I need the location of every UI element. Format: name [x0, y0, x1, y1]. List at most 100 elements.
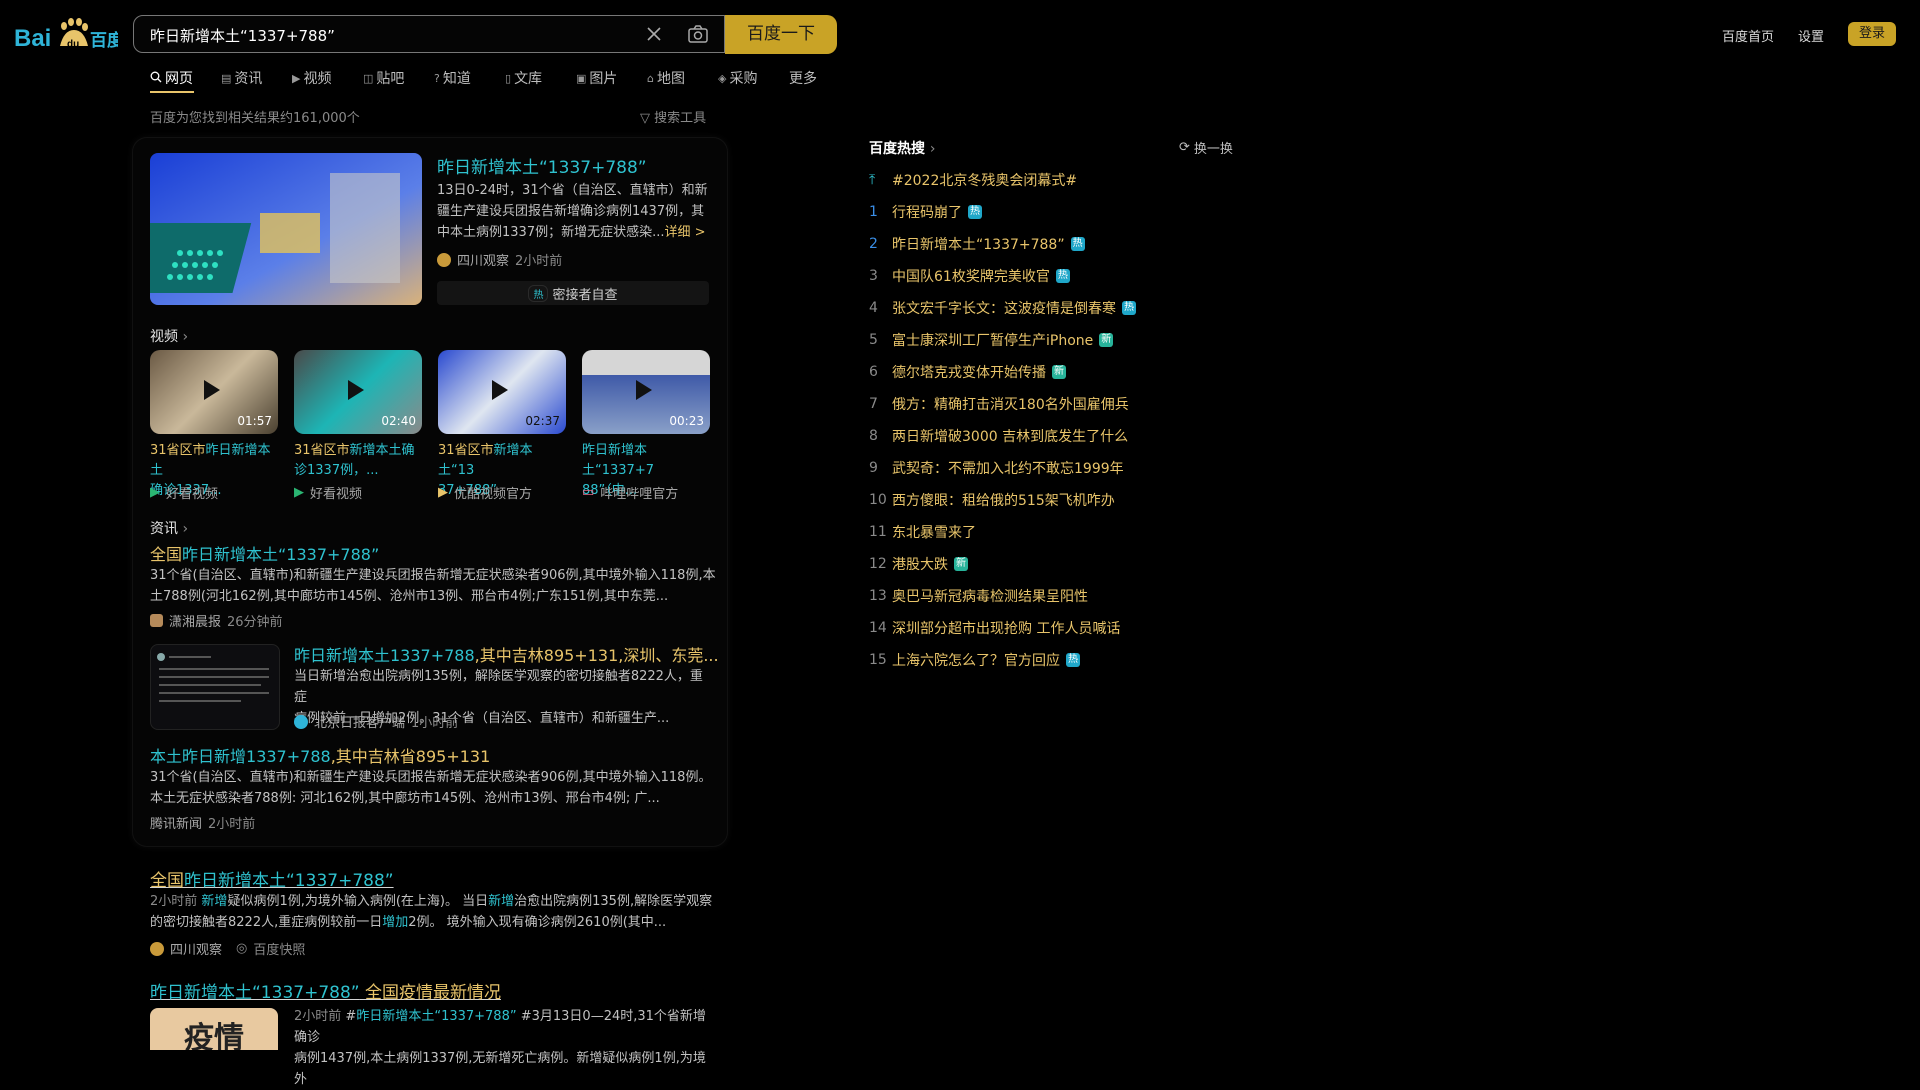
news-item-title[interactable]: 全国昨日新增本土“1337+788” — [150, 541, 379, 565]
refresh-button[interactable]: ⟳ 换一换 — [1179, 138, 1233, 157]
hot-badge: 热 — [528, 284, 549, 302]
hot-title: 两日新增破3000 吉林到底发生了什么 — [892, 429, 1129, 445]
tab-purchase[interactable]: ◈ 采购 — [718, 68, 757, 88]
hot-search-item[interactable]: 15 上海六院怎么了？官方回应热 — [869, 650, 1080, 670]
hot-search-item[interactable]: 5 富士康深圳工厂暂停生产iPhone 新 — [869, 330, 1114, 350]
camera-icon[interactable] — [687, 23, 709, 45]
news-item-title[interactable]: 昨日新增本土1337+788,其中吉林895+131,深圳、东莞... — [294, 642, 719, 666]
tab-map[interactable]: ⌂ 地图 — [647, 68, 685, 88]
hot-search-pinned[interactable]: ⤒ #2022北京冬残奥会闭幕式# — [869, 170, 1077, 190]
hot-rank: 4 — [869, 300, 878, 316]
detail-link[interactable]: 详细 > — [664, 225, 705, 240]
hot-title: 昨日新增本土“1337+788” — [892, 237, 1065, 253]
news-section-title[interactable]: 资讯 › — [150, 518, 188, 538]
timestamp: 2小时前 — [515, 254, 563, 269]
hot-search-item[interactable]: 14 深圳部分超市出现抢购 工作人员喊话 — [869, 618, 1120, 638]
related-search-text: 密接者自查 — [552, 287, 618, 303]
title-part: ,其中吉林省895+131 — [330, 747, 491, 766]
video-card[interactable]: 01:57 — [150, 350, 278, 434]
login-button[interactable]: 登录 — [1848, 22, 1896, 46]
video-title-part: 31省区市 — [294, 443, 350, 458]
desc-text: # — [345, 1009, 357, 1024]
refresh-icon: ⟳ — [1179, 140, 1190, 155]
hot-title: 西方傻眼：租给俄的515架飞机咋办 — [892, 493, 1115, 509]
hot-search-item[interactable]: 4 张文宏千字长文：这波疫情是倒春寒热 — [869, 298, 1136, 318]
search-button[interactable]: 百度一下 — [725, 15, 837, 54]
tab-web[interactable]: 网页 — [150, 68, 193, 88]
hot-title: 港股大跌 — [892, 557, 948, 573]
hot-search-item[interactable]: 11 东北暴雪来了 — [869, 522, 976, 542]
video-thumbnail[interactable]: 00:23 — [582, 350, 710, 434]
video-card[interactable]: 00:23 — [582, 350, 710, 434]
hot-search-item[interactable]: 13 奥巴马新冠病毒检测结果呈阳性 — [869, 586, 1088, 606]
video-source: ▭ 哔哩哔哩官方 — [582, 483, 678, 502]
top-result-title[interactable]: 昨日新增本土“1337+788” — [437, 153, 647, 178]
source-name: 优酷视频官方 — [454, 487, 533, 502]
tab-video[interactable]: ▶ 视频 — [292, 68, 331, 88]
result-thumbnail[interactable]: 疫情 — [150, 1008, 278, 1050]
news-item-title[interactable]: 本土昨日新增1337+788,其中吉林省895+131 — [150, 743, 490, 767]
tab-wenku[interactable]: ▯ 文库 — [505, 68, 542, 88]
tab-label: 文库 — [514, 71, 543, 87]
hot-search-title[interactable]: 百度热搜 › — [869, 138, 935, 158]
shield-icon: ◎ — [236, 941, 248, 956]
video-source: ▶ 优酷视频官方 — [438, 483, 532, 502]
baidu-logo[interactable]: Bai du 百度 — [14, 16, 125, 52]
hot-title: 奥巴马新冠病毒检测结果呈阳性 — [892, 589, 1088, 605]
source-name: 好看视频 — [166, 487, 219, 502]
home-link[interactable]: 百度首页 — [1722, 26, 1774, 45]
top-result-source: 四川观察 2小时前 — [437, 250, 562, 269]
video-title[interactable]: 31省区市新增本土确 诊1337例，... — [294, 441, 424, 481]
video-card[interactable]: 02:37 — [438, 350, 566, 434]
hot-search-item[interactable]: 12 港股大跌新 — [869, 554, 968, 574]
result-title[interactable]: 昨日新增本土“1337+788” 全国疫情最新情况 — [150, 978, 501, 1003]
hot-title: 张文宏千字长文：这波疫情是倒春寒 — [892, 301, 1116, 317]
filter-icon: ▽ — [640, 111, 650, 126]
video-thumbnail[interactable]: 02:37 — [438, 350, 566, 434]
bag-icon: ◈ — [718, 71, 727, 85]
hot-search-item[interactable]: 7 俄方：精确打击消灭180名外国雇佣兵 — [869, 394, 1129, 414]
tab-news[interactable]: ▤ 资讯 — [221, 68, 262, 88]
tab-tieba[interactable]: ◫ 贴吧 — [363, 68, 404, 88]
video-card[interactable]: 02:40 — [294, 350, 422, 434]
search-input[interactable] — [148, 25, 632, 45]
video-thumbnail[interactable]: 02:40 — [294, 350, 422, 434]
result-count: 百度为您找到相关结果约161,000个 — [150, 111, 360, 126]
hot-rank: 14 — [869, 620, 887, 636]
video-duration: 02:37 — [525, 414, 560, 428]
hot-search-item[interactable]: 3 中国队61枚奖牌完美收官热 — [869, 266, 1070, 286]
video-title-part: 新增本土确 — [349, 443, 415, 458]
tab-label: 贴吧 — [376, 71, 405, 87]
svg-text:百度: 百度 — [90, 30, 118, 51]
title-part: ,其中吉林895+131,深圳、东莞... — [474, 646, 719, 665]
source-name: 好看视频 — [310, 487, 363, 502]
video-title-part: 31省区市 — [438, 443, 494, 458]
tab-zhidao[interactable]: ? 知道 — [434, 68, 471, 88]
top-result-image[interactable] — [150, 153, 422, 305]
hot-badge: 热 — [1070, 237, 1085, 251]
related-search-chip[interactable]: 热 密接者自查 — [437, 281, 709, 305]
snapshot-link[interactable]: 百度快照 — [253, 939, 305, 958]
clear-icon[interactable] — [644, 24, 664, 44]
highlight: 新增 — [488, 894, 515, 909]
title-part: 本土 — [150, 747, 183, 766]
hot-search-item[interactable]: 8 两日新增破3000 吉林到底发生了什么 — [869, 426, 1128, 446]
hot-title: 中国队61枚奖牌完美收官 — [892, 269, 1050, 285]
videos-section-title[interactable]: 视频 › — [150, 326, 188, 346]
tab-label: 图片 — [589, 71, 618, 87]
hot-search-item[interactable]: 10 西方傻眼：租给俄的515架飞机咋办 — [869, 490, 1115, 510]
hot-search-item[interactable]: 6 德尔塔克戎变体开始传播新 — [869, 362, 1066, 382]
news-thumbnail[interactable] — [150, 644, 280, 730]
result-title[interactable]: 全国昨日新增本土“1337+788” — [150, 866, 394, 891]
news-item-desc: 31个省(自治区、直辖市)和新疆生产建设兵团报告新增无症状感染者906例,其中境… — [150, 767, 720, 809]
settings-link[interactable]: 设置 — [1798, 26, 1824, 45]
hot-search-item[interactable]: 2 昨日新增本土“1337+788” 热 — [869, 234, 1085, 254]
video-duration: 02:40 — [381, 414, 416, 428]
video-thumbnail[interactable]: 01:57 — [150, 350, 278, 434]
hot-search-item[interactable]: 9 武契奇：不需加入北约不敢忘1999年 — [869, 458, 1124, 478]
tab-more[interactable]: 更多 — [789, 68, 817, 88]
tab-images[interactable]: ▣ 图片 — [576, 68, 617, 88]
section-title-text: 资讯 — [150, 521, 178, 537]
hot-search-item[interactable]: 1 行程码崩了热 — [869, 202, 982, 222]
search-tools-button[interactable]: ▽ 搜索工具 — [640, 107, 706, 126]
